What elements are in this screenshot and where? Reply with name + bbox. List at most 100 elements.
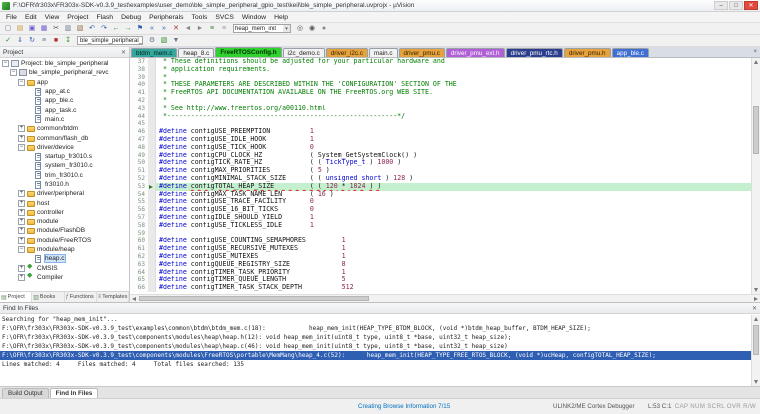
undo-icon[interactable]: ↶ bbox=[87, 24, 98, 34]
editor-horizontal-scrollbar[interactable] bbox=[130, 294, 760, 302]
breakpoint-margin[interactable] bbox=[148, 261, 156, 269]
redo-icon[interactable]: ↷ bbox=[99, 24, 110, 34]
find-in-files-icon[interactable]: ◎ bbox=[295, 24, 306, 34]
indent-right-icon[interactable]: ► bbox=[195, 24, 206, 34]
editor-tab-main.c[interactable]: main.c bbox=[369, 48, 398, 57]
output-tab-build-output[interactable]: Build Output bbox=[2, 388, 49, 398]
menu-tools[interactable]: Tools bbox=[187, 14, 211, 21]
expand-icon[interactable]: + bbox=[18, 200, 25, 207]
code-line[interactable]: 54#define configMAX_TASK_NAME_LEN ( 16 ) bbox=[130, 191, 751, 199]
tree-item[interactable]: +common/flash_db bbox=[0, 133, 129, 142]
expand-icon[interactable]: − bbox=[18, 246, 25, 253]
code-line[interactable]: 63#define configQUEUE_REGISTRY_SIZE 8 bbox=[130, 261, 751, 269]
vertical-scroll-thumb[interactable] bbox=[753, 106, 759, 154]
search-dropdown-icon[interactable]: ▾ bbox=[283, 25, 290, 32]
find-result-row[interactable]: Lines matched: 4 Files matched: 4 Total … bbox=[0, 360, 760, 369]
paste-icon[interactable]: ▧ bbox=[75, 24, 86, 34]
breakpoint-margin[interactable] bbox=[148, 120, 156, 128]
expand-icon[interactable]: + bbox=[18, 265, 25, 272]
next-bookmark-icon[interactable]: » bbox=[159, 24, 170, 34]
save-icon[interactable]: ▣ bbox=[27, 24, 38, 34]
code-line[interactable]: 51#define configMAX_PRIORITIES ( 5 ) bbox=[130, 167, 751, 175]
open-file-icon[interactable]: ▤ bbox=[15, 24, 26, 34]
tree-item[interactable]: −ble_simple_peripheral_revc bbox=[0, 68, 129, 77]
incremental-find-icon[interactable]: ● bbox=[319, 24, 330, 34]
scroll-right-icon[interactable] bbox=[754, 297, 758, 301]
code-line[interactable]: 45 bbox=[130, 120, 751, 128]
breakpoint-margin[interactable] bbox=[148, 89, 156, 97]
templates-tab[interactable]: ≡Templates bbox=[97, 292, 129, 302]
editor-tab-btdm_mem.c[interactable]: btdm_mem.c bbox=[131, 48, 177, 57]
tree-item[interactable]: main.c bbox=[0, 115, 129, 124]
output-tab-find-in-files[interactable]: Find In Files bbox=[50, 388, 99, 398]
find-scroll-up-icon[interactable] bbox=[754, 317, 758, 321]
tree-item[interactable]: −Project: ble_simple_peripheral bbox=[0, 59, 129, 68]
stop-build-icon[interactable]: ■ bbox=[51, 36, 62, 46]
code-line[interactable]: 40 * THESE PARAMETERS ARE DESCRIBED WITH… bbox=[130, 81, 751, 89]
code-line[interactable]: 42 * bbox=[130, 97, 751, 105]
menu-window[interactable]: Window bbox=[238, 14, 270, 21]
search-input[interactable] bbox=[234, 25, 283, 32]
code-line[interactable]: 53#define configTOTAL_HEAP_SIZE ( ( 120 … bbox=[130, 183, 751, 191]
breakpoint-margin[interactable] bbox=[148, 58, 156, 66]
tree-item[interactable]: system_fr3010.c bbox=[0, 161, 129, 170]
functions-tab[interactable]: ƒFunctions bbox=[65, 292, 97, 302]
tab-close-icon[interactable]: × bbox=[753, 49, 757, 55]
tree-item[interactable]: startup_fr3010.s bbox=[0, 152, 129, 161]
indent-left-icon[interactable]: ◄ bbox=[183, 24, 194, 34]
editor-tab-app_ble.c[interactable]: app_ble.c bbox=[612, 48, 649, 57]
breakpoint-margin[interactable] bbox=[148, 198, 156, 206]
code-line[interactable]: 38 * application requirements. bbox=[130, 66, 751, 74]
tree-item[interactable]: +host bbox=[0, 198, 129, 207]
breakpoint-margin[interactable] bbox=[148, 222, 156, 230]
new-file-icon[interactable]: ▢ bbox=[3, 24, 14, 34]
rebuild-icon[interactable]: ↻ bbox=[27, 36, 38, 46]
tree-item[interactable]: heap.c bbox=[0, 254, 129, 263]
breakpoint-margin[interactable] bbox=[148, 253, 156, 261]
expand-icon[interactable]: + bbox=[18, 218, 25, 225]
expand-icon[interactable]: + bbox=[18, 135, 25, 142]
breakpoint-margin[interactable] bbox=[148, 214, 156, 222]
uncomment-icon[interactable]: ≡ bbox=[219, 24, 230, 34]
menu-debug[interactable]: Debug bbox=[117, 14, 145, 21]
menu-file[interactable]: File bbox=[2, 14, 21, 21]
books-tab[interactable]: ▥Books bbox=[32, 292, 64, 302]
code-line[interactable]: 44 *------------------------------------… bbox=[130, 113, 751, 121]
expand-icon[interactable]: − bbox=[18, 79, 25, 86]
target-options-icon[interactable]: ⚙ bbox=[147, 36, 158, 46]
code-line[interactable]: 64#define configTIMER_TASK_PRIORITY 1 bbox=[130, 269, 751, 277]
tree-item[interactable]: +module/FreeRTOS bbox=[0, 236, 129, 245]
breakpoint-margin[interactable] bbox=[148, 74, 156, 82]
minimize-button[interactable]: – bbox=[714, 1, 728, 10]
code-line[interactable]: 48#define configUSE_TICK_HOOK 0 bbox=[130, 144, 751, 152]
nav-forward-icon[interactable]: → bbox=[123, 24, 134, 34]
project-panel-close-icon[interactable]: ✕ bbox=[121, 49, 126, 56]
find-scroll-thumb[interactable] bbox=[753, 325, 759, 355]
find-scroll-down-icon[interactable] bbox=[754, 380, 758, 384]
code-line[interactable]: 60#define configUSE_COUNTING_SEMAPHORES … bbox=[130, 237, 751, 245]
code-line[interactable]: 47#define configUSE_IDLE_HOOK 1 bbox=[130, 136, 751, 144]
expand-icon[interactable]: − bbox=[10, 69, 17, 76]
expand-icon[interactable]: + bbox=[18, 274, 25, 281]
find-result-row[interactable]: F:\OFR\fr303x\FR303x-SDK-v0.3.9_test\com… bbox=[0, 333, 760, 342]
breakpoint-margin[interactable] bbox=[148, 97, 156, 105]
expand-icon[interactable]: + bbox=[18, 237, 25, 244]
code-line[interactable]: 62#define configUSE_MUTEXES 1 bbox=[130, 253, 751, 261]
breakpoint-margin[interactable] bbox=[148, 159, 156, 167]
editor-vertical-scrollbar[interactable] bbox=[751, 58, 760, 294]
breakpoint-margin[interactable] bbox=[148, 136, 156, 144]
horizontal-scroll-thumb[interactable] bbox=[139, 296, 369, 301]
breakpoint-margin[interactable] bbox=[148, 113, 156, 121]
editor-tab-driver_pmu_ext.h[interactable]: driver_pmu_ext.h bbox=[446, 48, 505, 57]
code-view[interactable]: 37 * These definitions should be adjuste… bbox=[130, 58, 751, 294]
tree-item[interactable]: −app bbox=[0, 78, 129, 87]
code-line[interactable]: 49#define configCPU_CLOCK_HZ ( System_Ge… bbox=[130, 152, 751, 160]
search-combobox[interactable]: ▾ bbox=[233, 24, 291, 33]
tree-item[interactable]: app_ble.c bbox=[0, 96, 129, 105]
expand-icon[interactable]: + bbox=[18, 209, 25, 216]
code-line[interactable]: 37 * These definitions should be adjuste… bbox=[130, 58, 751, 66]
editor-tab-driver_pmu.h[interactable]: driver_pmu.h bbox=[564, 48, 611, 57]
find-result-row[interactable]: Searching for "heap_mem_init"... bbox=[0, 315, 760, 324]
code-line[interactable]: 58#define configUSE_TICKLESS_IDLE 1 bbox=[130, 222, 751, 230]
breakpoint-margin[interactable] bbox=[148, 191, 156, 199]
